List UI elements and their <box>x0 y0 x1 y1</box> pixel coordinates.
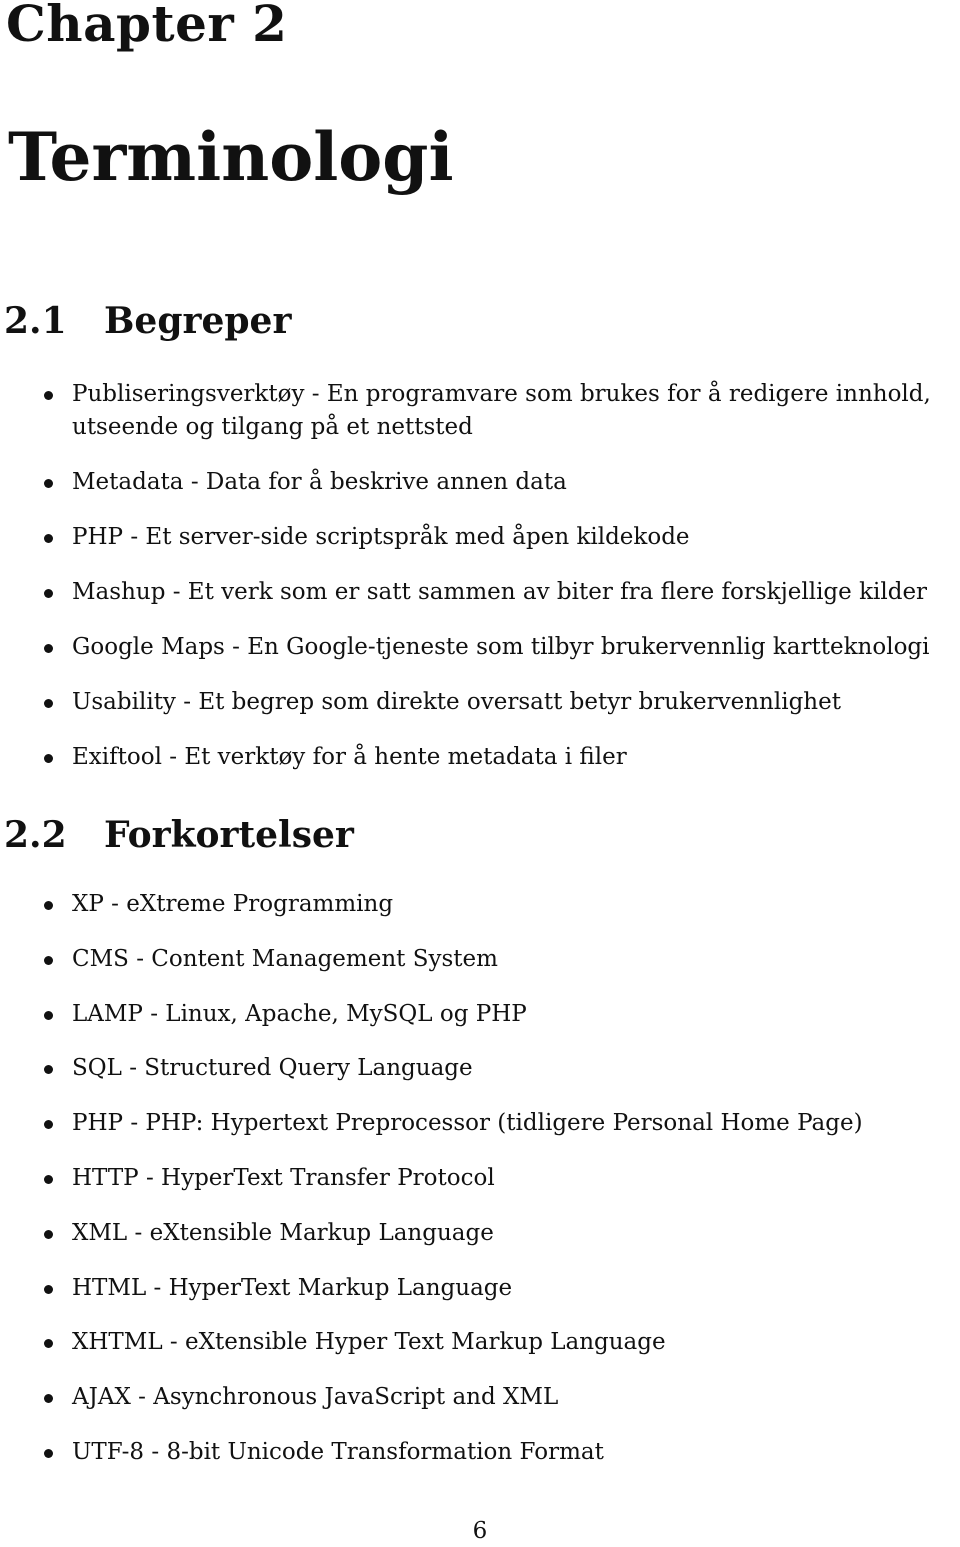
bullet-icon <box>44 1339 53 1349</box>
section-title: Forkortelser <box>104 814 354 856</box>
bullet-icon <box>44 1284 53 1294</box>
list-item-text: Publiseringsverktøy - En programvare som… <box>72 381 931 440</box>
bullet-icon <box>44 479 53 488</box>
bullet-icon <box>44 644 53 653</box>
chapter-title: Terminologi <box>8 118 454 196</box>
list-item-text: Exiftool - Et verktøy for å hente metada… <box>72 744 627 770</box>
bullet-icon <box>44 1449 53 1458</box>
list-item-text: UTF-8 - 8-bit Unicode Transformation For… <box>72 1439 604 1465</box>
section-heading-begreper: 2.1 Begreper <box>4 300 291 342</box>
list-item-text: Google Maps - En Google-tjeneste som til… <box>72 634 930 660</box>
bullet-icon <box>44 1175 53 1184</box>
section-number: 2.2 <box>4 814 67 856</box>
list-item-text: LAMP - Linux, Apache, MySQL og PHP <box>72 1000 527 1027</box>
bullet-icon <box>44 754 53 763</box>
bullet-icon <box>44 1394 53 1404</box>
section-heading-forkortelser: 2.2 Forkortelser <box>4 814 354 856</box>
list-item-text: HTTP - HyperText Transfer Protocol <box>72 1165 495 1191</box>
bullet-icon <box>44 534 53 543</box>
list-item-text: PHP - PHP: Hypertext Preprocessor (tidli… <box>72 1110 863 1137</box>
list-item-text: HTML - HyperText Markup Language <box>72 1274 513 1301</box>
list-item-text: Usability - Et begrep som direkte oversa… <box>72 689 841 715</box>
list-item-text: Metadata - Data for å beskrive annen dat… <box>72 469 567 495</box>
chapter-label: Chapter 2 <box>6 0 288 53</box>
page-number: 6 <box>472 1518 488 1544</box>
list-item-text: XML - eXtensible Markup Language <box>72 1219 494 1246</box>
bullet-icon <box>44 589 53 598</box>
list-item-text: CMS - Content Management System <box>72 945 498 972</box>
list-item-text: Mashup - Et verk som er satt sammen av b… <box>72 579 928 605</box>
bullet-icon <box>44 955 53 965</box>
bullet-icon <box>44 1010 53 1020</box>
list-item-text: XP - eXtreme Programming <box>72 891 394 917</box>
section-number: 2.1 <box>4 300 67 342</box>
bullet-icon <box>44 1120 53 1130</box>
list-item-text: XHTML - eXtensible Hyper Text Markup Lan… <box>72 1329 666 1356</box>
list-item-text: AJAX - Asynchronous JavaScript and XML <box>72 1384 559 1411</box>
list-item-text: PHP - Et server-side scriptspråk med åpe… <box>72 524 690 550</box>
bullet-icon <box>44 391 53 400</box>
bullet-icon <box>44 1065 53 1075</box>
bullet-icon <box>44 699 53 708</box>
bullet-icon <box>44 1229 53 1239</box>
bullet-icon <box>44 901 53 910</box>
section-title: Begreper <box>104 300 292 342</box>
list-item-text: SQL - Structured Query Language <box>72 1055 473 1082</box>
